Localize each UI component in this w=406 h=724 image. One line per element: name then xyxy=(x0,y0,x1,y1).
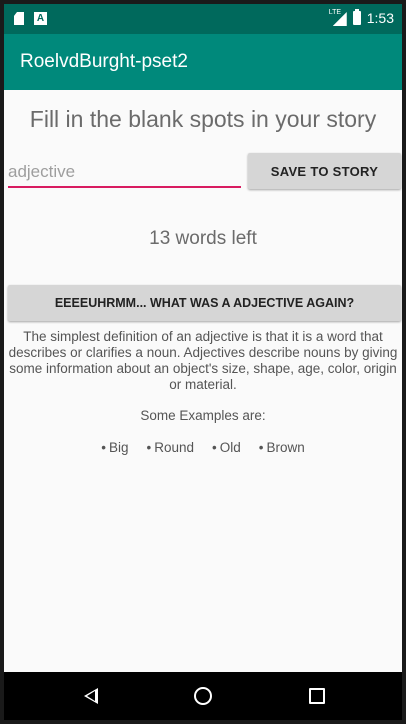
example-item: • Old xyxy=(212,440,241,455)
bullet-icon: • xyxy=(146,440,152,455)
lte-signal-icon: LTE xyxy=(328,9,347,26)
device-screen: A LTE 1:53 RoelvdBurght-pset2 Fill in th… xyxy=(4,4,402,720)
network-label: LTE xyxy=(328,9,342,16)
app-bar: RoelvdBurght-pset2 xyxy=(4,34,402,90)
navigation-bar xyxy=(4,672,402,720)
examples-list: • Big • Round • Old • Brown xyxy=(4,440,402,455)
back-icon[interactable] xyxy=(84,688,98,704)
example-item: • Brown xyxy=(259,440,305,455)
battery-charging-icon xyxy=(352,9,361,25)
page-heading: Fill in the blank spots in your story xyxy=(29,106,377,132)
examples-label: Some Examples are: xyxy=(140,408,266,423)
bullet-icon: • xyxy=(212,440,217,455)
status-bar-left: A xyxy=(14,12,47,25)
adjective-definition: The simplest definition of an adjective … xyxy=(8,329,398,392)
example-text: Big xyxy=(108,440,129,455)
sd-card-icon xyxy=(14,12,24,25)
a-notification-icon: A xyxy=(34,12,47,25)
example-item: • Round xyxy=(146,440,194,455)
example-item: • Big xyxy=(101,440,128,455)
example-text: Brown xyxy=(266,440,305,455)
example-text: Round xyxy=(154,440,195,455)
home-icon[interactable] xyxy=(194,687,212,705)
bullet-icon: • xyxy=(258,440,264,455)
example-text: Old xyxy=(219,440,241,455)
status-bar: A LTE 1:53 xyxy=(4,4,402,34)
adjective-input[interactable] xyxy=(8,158,241,188)
words-left-counter: 13 words left xyxy=(149,228,257,249)
status-bar-right: LTE 1:53 xyxy=(328,9,394,26)
bullet-icon: • xyxy=(101,440,106,455)
recents-icon[interactable] xyxy=(309,688,325,704)
adjective-hint-button[interactable]: EEEEUHRMM... WHAT WAS A ADJECTIVE AGAIN? xyxy=(8,285,401,321)
app-title: RoelvdBurght-pset2 xyxy=(20,51,188,72)
clock: 1:53 xyxy=(366,10,394,26)
save-to-story-button[interactable]: SAVE TO STORY xyxy=(248,153,401,189)
